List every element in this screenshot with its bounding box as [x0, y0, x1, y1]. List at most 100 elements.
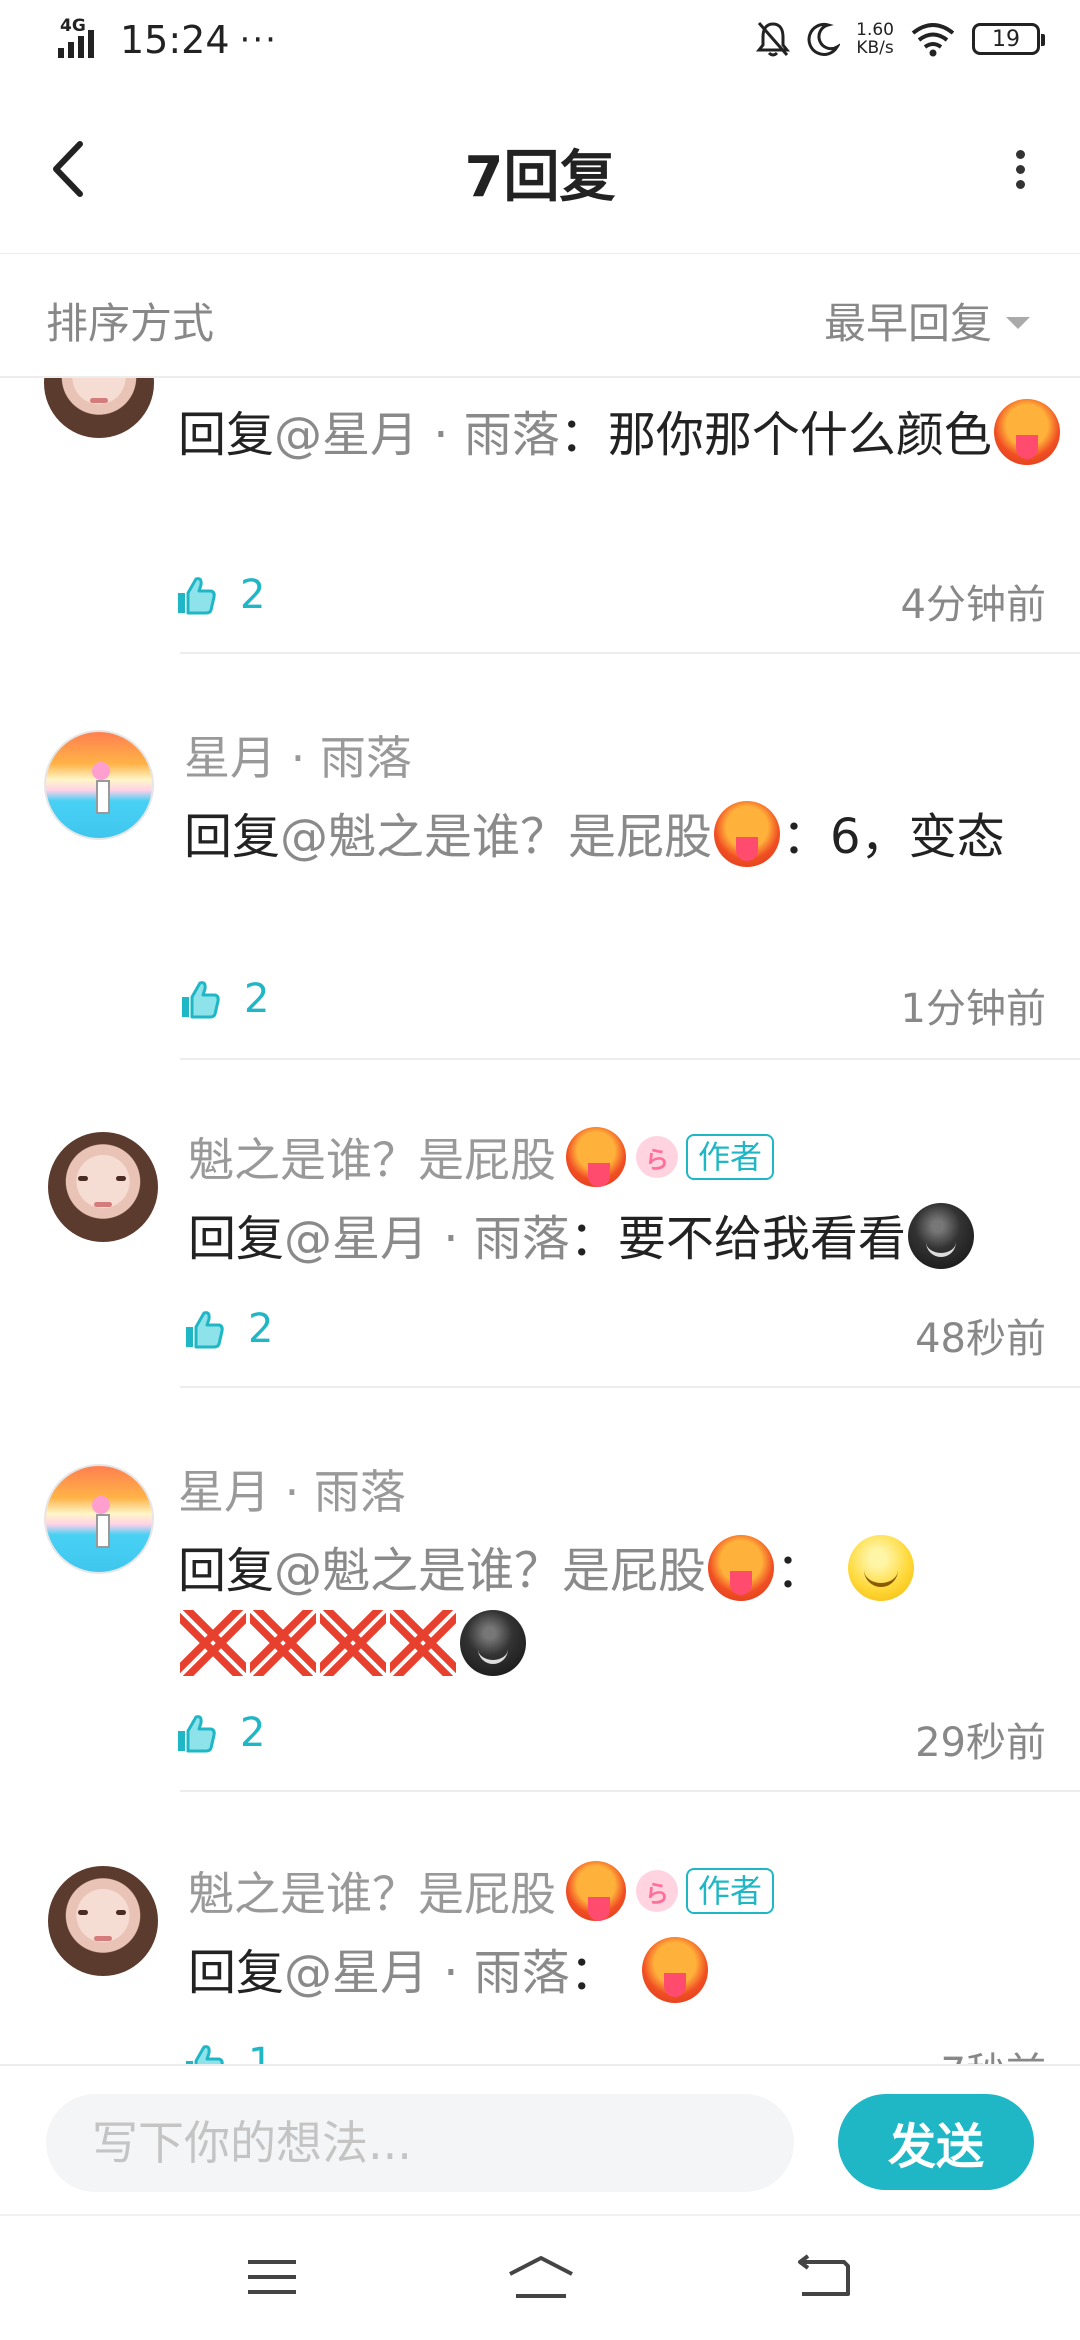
- reply-colon: ：: [782, 809, 831, 865]
- network-speed: 1.60 KB/s: [856, 21, 894, 57]
- reply-prefix: 回复: [178, 1543, 275, 1599]
- author-name[interactable]: 魁之是谁？是屁股 ら 作者: [188, 1124, 775, 1190]
- level-badge: ら: [636, 1870, 678, 1912]
- reply-time: 29秒前: [915, 1720, 1046, 1766]
- like-button[interactable]: 2: [174, 1710, 265, 1756]
- avatar[interactable]: [44, 730, 154, 840]
- menu-nav-button[interactable]: [242, 2252, 302, 2302]
- mention-link[interactable]: @星月 · 雨落: [274, 407, 560, 463]
- return-icon: [798, 2254, 850, 2296]
- divider: [180, 652, 1080, 654]
- like-count: 1: [248, 2040, 274, 2064]
- sort-bar: 排序方式 最早回复: [0, 254, 1080, 378]
- avatar[interactable]: [48, 1132, 158, 1242]
- avatar[interactable]: [48, 1866, 158, 1976]
- thumbs-up-icon: [186, 2045, 224, 2064]
- sort-selected-value: 最早回复: [823, 299, 992, 348]
- author-name-text: 星月 · 雨落: [178, 1465, 406, 1519]
- speed-unit: KB/s: [856, 38, 894, 58]
- like-count: 2: [240, 572, 266, 618]
- reply-colon: ：: [569, 1945, 618, 2001]
- hot-face-emoji-icon: [708, 1535, 775, 1601]
- hot-face-emoji-icon: [641, 1937, 708, 2003]
- author-name[interactable]: 星月 · 雨落: [178, 1456, 406, 1522]
- caret-down-icon: [1006, 316, 1030, 329]
- status-time: 15:24: [120, 18, 230, 62]
- dark-smile-emoji-icon: [460, 1610, 526, 1676]
- like-count: 2: [240, 1710, 266, 1756]
- home-nav-button[interactable]: [506, 2252, 576, 2302]
- divider: [180, 1058, 1080, 1060]
- reply-prefix: 回复: [178, 407, 275, 463]
- like-count: 2: [244, 976, 270, 1022]
- reply-content: 回复@星月 · 雨落：要不给我看看: [188, 1202, 1080, 1277]
- menu-icon: [248, 2260, 296, 2294]
- divider: [180, 1790, 1080, 1792]
- nav-header: 7回复: [0, 84, 1080, 254]
- like-button[interactable]: 2: [182, 1306, 273, 1352]
- mention-link[interactable]: @魁之是谁？是屁股: [274, 1543, 706, 1599]
- hot-face-emoji-icon: [993, 399, 1060, 465]
- notification-dots: ···: [239, 20, 278, 60]
- battery-level: 19: [992, 26, 1020, 52]
- reply-prefix: 回复: [188, 1945, 285, 2001]
- anger-symbol-emoji-icon: [320, 1610, 386, 1676]
- send-button[interactable]: 发送: [838, 2094, 1034, 2190]
- mute-bell-icon: [756, 22, 791, 57]
- more-dot: [1015, 165, 1025, 174]
- mention-link[interactable]: @星月 · 雨落: [284, 1211, 570, 1267]
- author-badge: 作者: [686, 1868, 775, 1914]
- thumbs-up-icon: [182, 981, 220, 1019]
- reply-colon: ：: [559, 407, 608, 463]
- reply-list[interactable]: 回复@星月 · 雨落：那你那个什么颜色 2 4分钟前 星月 · 雨落 回复@魁之…: [0, 378, 1080, 2064]
- battery-icon: 19: [972, 23, 1045, 55]
- page-title: 7回复: [464, 145, 616, 210]
- reply-text: 要不给我看看: [617, 1211, 906, 1267]
- hot-face-emoji-icon: [714, 801, 781, 867]
- divider: [180, 1386, 1080, 1388]
- author-name-text: 魁之是谁？是屁股: [188, 1867, 556, 1921]
- reply-content: 回复@魁之是谁？是屁股 ：6，变态: [184, 800, 1080, 875]
- mention-link[interactable]: @星月 · 雨落: [284, 1945, 570, 2001]
- back-nav-button[interactable]: [796, 2252, 856, 2302]
- hot-face-emoji-icon: [566, 1127, 626, 1187]
- sort-dropdown[interactable]: 最早回复: [824, 290, 1030, 351]
- reply-prefix: 回复: [188, 1211, 285, 1267]
- comment-input[interactable]: [46, 2094, 794, 2192]
- author-name-text: 魁之是谁？是屁股: [188, 1133, 556, 1187]
- avatar[interactable]: [44, 1464, 154, 1574]
- author-name-text: 星月 · 雨落: [184, 731, 412, 785]
- thumbs-up-icon: [186, 1311, 224, 1349]
- reply-text: 6，变态: [830, 809, 1005, 865]
- like-count: 2: [248, 1306, 274, 1352]
- reply-time: 48秒前: [915, 1316, 1046, 1362]
- like-button[interactable]: 2: [174, 572, 265, 618]
- system-nav-bar: [0, 2214, 1080, 2340]
- status-bar: 4G 15:24 ··· 1.60 KB/s 19: [0, 0, 1080, 84]
- more-menu-button[interactable]: [1000, 144, 1040, 204]
- hot-face-emoji-icon: [566, 1861, 626, 1921]
- moon-icon: [807, 22, 841, 56]
- comment-composer: 发送: [0, 2064, 1080, 2214]
- anger-symbol-emoji-icon: [390, 1610, 456, 1676]
- avatar[interactable]: [44, 378, 154, 438]
- wifi-icon: [911, 23, 955, 57]
- reply-time: 1分钟前: [900, 986, 1046, 1032]
- sort-label: 排序方式: [46, 299, 215, 348]
- anger-symbol-emoji-icon: [180, 1610, 246, 1676]
- mention-link[interactable]: @魁之是谁？是屁股: [280, 809, 712, 865]
- reply-colon: ：: [776, 1543, 825, 1599]
- like-button[interactable]: 1: [182, 2040, 273, 2064]
- signal-icon: 4G: [58, 16, 110, 62]
- author-name[interactable]: 星月 · 雨落: [184, 722, 412, 788]
- speed-value: 1.60: [856, 20, 894, 40]
- smile-emoji-icon: [848, 1535, 915, 1601]
- reply-content: 回复@星月 · 雨落：那你那个什么颜色: [178, 398, 1078, 473]
- status-right: 1.60 KB/s 19: [756, 20, 1045, 58]
- author-name[interactable]: 魁之是谁？是屁股 ら 作者: [188, 1858, 775, 1924]
- home-icon: [509, 2256, 573, 2298]
- status-left: 4G 15:24 ···: [58, 16, 278, 62]
- anger-symbol-emoji-icon: [250, 1610, 316, 1676]
- more-dot: [1015, 180, 1025, 189]
- like-button[interactable]: 2: [178, 976, 269, 1022]
